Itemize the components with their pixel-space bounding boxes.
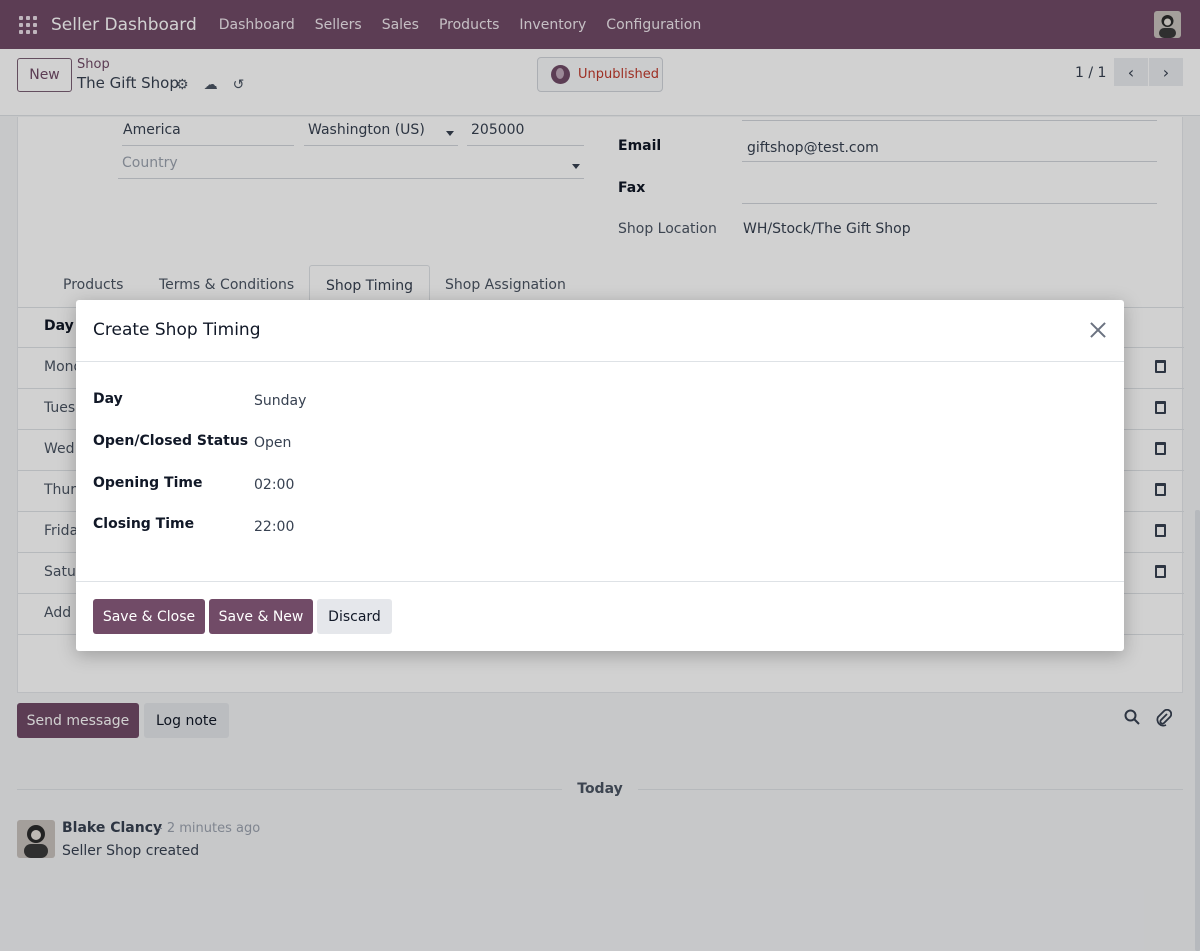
save-close-button[interactable]: Save & Close bbox=[93, 599, 205, 634]
modal-title: Create Shop Timing bbox=[93, 320, 261, 340]
day-label: Day bbox=[93, 391, 123, 407]
day-field[interactable]: Sunday bbox=[254, 393, 306, 409]
modal-footer: Save & Close Save & New Discard bbox=[76, 581, 1124, 651]
status-field-label: Open/Closed Status bbox=[93, 433, 249, 449]
close-icon[interactable] bbox=[1088, 320, 1108, 340]
save-new-button[interactable]: Save & New bbox=[209, 599, 313, 634]
create-shop-timing-dialog: Create Shop Timing Day Sunday Open/Close… bbox=[76, 300, 1124, 651]
modal-header: Create Shop Timing bbox=[76, 300, 1124, 362]
page-scrollbar[interactable] bbox=[1195, 510, 1200, 951]
open-closed-status-field[interactable]: Open bbox=[254, 435, 291, 451]
closing-time-label: Closing Time bbox=[93, 516, 195, 532]
discard-button[interactable]: Discard bbox=[317, 599, 392, 634]
opening-time-label: Opening Time bbox=[93, 475, 203, 491]
opening-time-field[interactable]: 02:00 bbox=[254, 477, 294, 493]
closing-time-field[interactable]: 22:00 bbox=[254, 519, 294, 535]
